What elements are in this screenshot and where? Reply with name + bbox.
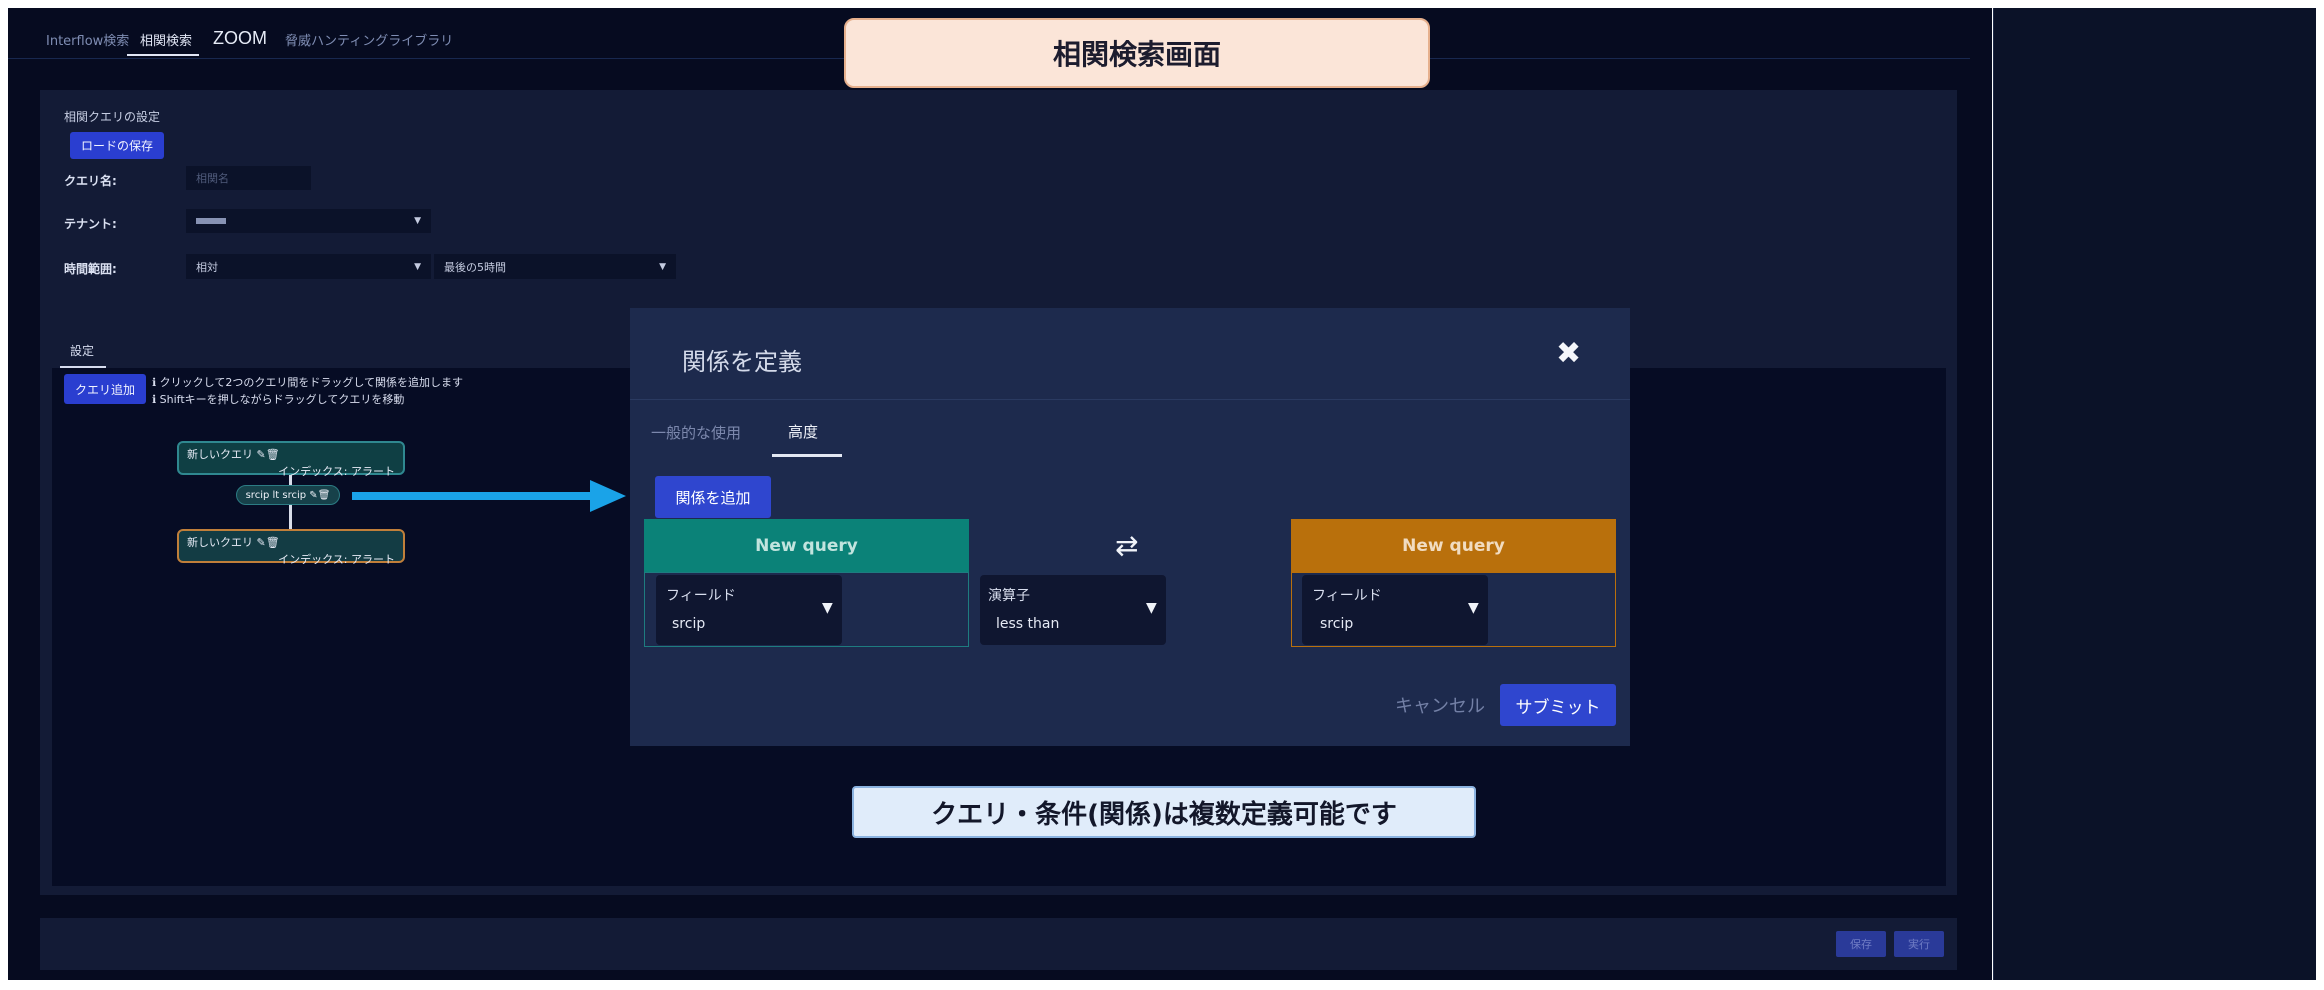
- left-query-header: New query: [644, 519, 969, 573]
- query-node-2[interactable]: 新しいクエリ ✎🗑 インデックス: アラート: [177, 529, 405, 566]
- add-query-button[interactable]: クエリ追加: [64, 374, 146, 404]
- submit-button[interactable]: サブミット: [1500, 684, 1616, 726]
- tenant-select[interactable]: ▼: [186, 209, 431, 233]
- edit-icon[interactable]: ✎: [309, 490, 317, 501]
- cancel-button[interactable]: キャンセル: [1395, 692, 1485, 718]
- tab-threat-hunting-library[interactable]: 脅威ハンティングライブラリ: [285, 30, 453, 49]
- modal-header-divider: [630, 399, 1630, 400]
- query-name-input[interactable]: 相関名: [186, 166, 311, 190]
- left-field-value: srcip: [672, 616, 706, 632]
- active-tab-underline: [127, 54, 199, 56]
- right-field-value: srcip: [1320, 616, 1354, 632]
- screen-title-callout: 相関検索画面: [844, 18, 1430, 88]
- time-range-label: 時間範囲:: [64, 262, 117, 276]
- hint-add-relation: ℹ クリックして2つのクエリ間をドラッグして関係を追加します: [152, 376, 464, 389]
- trash-icon[interactable]: 🗑: [266, 536, 280, 549]
- add-relation-button[interactable]: 関係を追加: [655, 476, 771, 518]
- arrow-right-icon: [352, 480, 626, 512]
- query-node-index: インデックス: アラート: [278, 553, 395, 566]
- chevron-down-icon: ▼: [659, 261, 666, 272]
- relation-connector: [289, 505, 292, 529]
- tenant-label: テナント:: [64, 217, 117, 231]
- tab-correlation-search[interactable]: 相関検索: [140, 30, 192, 49]
- tab-general-usage[interactable]: 一般的な使用: [651, 422, 741, 443]
- operator-label: 演算子: [988, 588, 1030, 604]
- swap-icon[interactable]: ⇄: [1115, 529, 1138, 562]
- modal-active-tab-underline: [772, 454, 842, 457]
- config-section-title: 相関クエリの設定: [64, 110, 161, 124]
- bottom-action-bar: [40, 918, 1957, 970]
- time-range-type-select[interactable]: 相対 ▼: [186, 254, 431, 279]
- right-field-label: フィールド: [1312, 588, 1382, 604]
- query-name-placeholder: 相関名: [196, 172, 229, 185]
- operator-value: less than: [996, 616, 1060, 632]
- right-field-select[interactable]: フィールド srcip ▼: [1302, 575, 1488, 645]
- operator-select[interactable]: 演算子 less than ▼: [980, 575, 1166, 645]
- tab-settings[interactable]: 設定: [70, 342, 94, 359]
- left-field-label: フィールド: [666, 588, 736, 604]
- right-side-panel: [1993, 8, 2316, 980]
- trash-icon[interactable]: 🗑: [318, 490, 331, 501]
- chevron-down-icon: ▼: [414, 261, 421, 272]
- chevron-down-icon: ▼: [1146, 600, 1157, 616]
- right-query-header: New query: [1291, 519, 1616, 573]
- chevron-down-icon: ▼: [414, 216, 421, 226]
- query-node-title: 新しいクエリ: [187, 448, 253, 461]
- time-range-value-select[interactable]: 最後の5時間 ▼: [434, 254, 676, 279]
- edit-icon[interactable]: ✎: [257, 536, 266, 549]
- tab-interflow-search[interactable]: Interflow検索: [46, 30, 129, 49]
- load-save-button[interactable]: ロードの保存: [70, 132, 164, 159]
- time-range-type-value: 相対: [196, 260, 218, 274]
- trash-icon[interactable]: 🗑: [266, 448, 280, 461]
- query-name-label: クエリ名:: [64, 174, 117, 188]
- chevron-down-icon: ▼: [822, 600, 833, 616]
- relation-chip-label: srcip lt srcip: [245, 489, 307, 501]
- modal-title: 関係を定義: [682, 348, 802, 376]
- query-node-1[interactable]: 新しいクエリ ✎🗑 インデックス: アラート: [177, 441, 405, 478]
- run-button[interactable]: 実行: [1894, 931, 1944, 957]
- tab-advanced[interactable]: 高度: [788, 421, 818, 442]
- time-range-value: 最後の5時間: [444, 260, 506, 274]
- left-field-select[interactable]: フィールド srcip ▼: [656, 575, 842, 645]
- query-node-title: 新しいクエリ: [187, 536, 253, 549]
- relation-chip[interactable]: srcip lt srcip ✎ 🗑: [236, 485, 340, 505]
- edit-icon[interactable]: ✎: [257, 448, 266, 461]
- tenant-value-redacted: [196, 218, 226, 224]
- chevron-down-icon: ▼: [1468, 600, 1479, 616]
- save-button[interactable]: 保存: [1836, 931, 1886, 957]
- multiple-definition-note-callout: クエリ・条件(関係)は複数定義可能です: [852, 786, 1476, 838]
- hint-move-query: ℹ Shiftキーを押しながらドラッグしてクエリを移動: [152, 393, 405, 406]
- close-icon[interactable]: ✖: [1556, 336, 1581, 372]
- tab-zoom[interactable]: ZOOM: [213, 28, 267, 49]
